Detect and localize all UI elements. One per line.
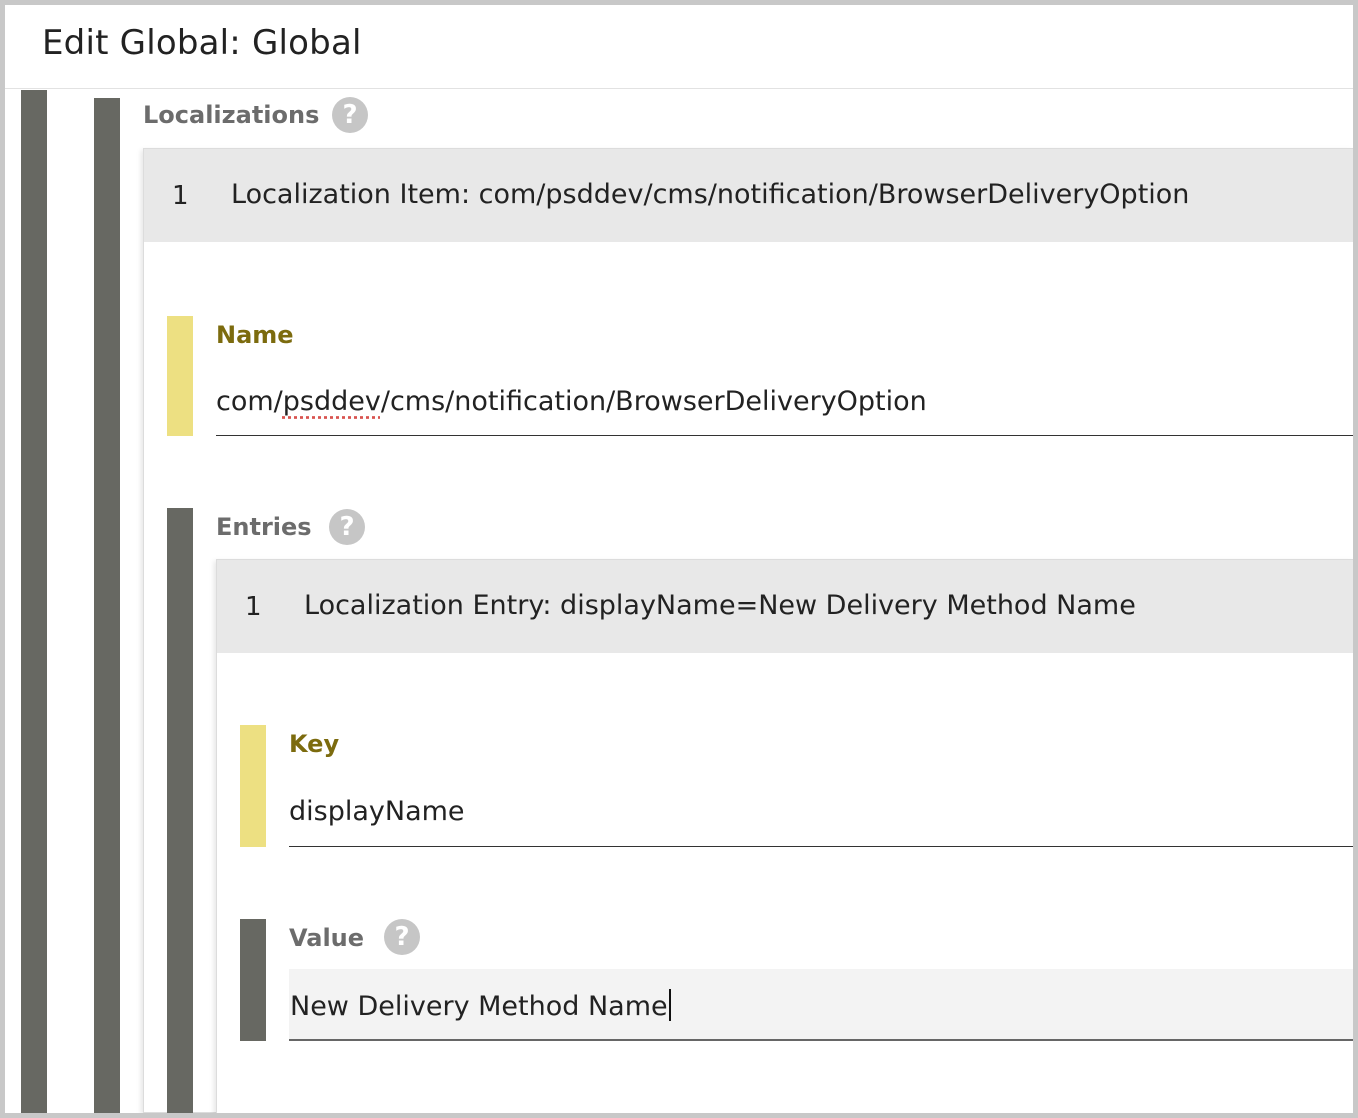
localization-entry-header[interactable]: 1 Localization Entry: displayName=New De… — [217, 560, 1353, 653]
key-required-bar — [240, 725, 266, 847]
localizations-help-icon[interactable]: ? — [332, 97, 368, 133]
localization-item-index: 1 — [172, 181, 189, 211]
edit-global-window: Edit Global: Global Localizations ? 1 Lo… — [5, 5, 1353, 1113]
entries-nesting-bar — [167, 508, 193, 1113]
entries-help-icon[interactable]: ? — [329, 509, 365, 545]
key-input-underline — [289, 846, 1353, 847]
value-label: Value — [289, 924, 365, 952]
name-input-underline — [216, 435, 1353, 436]
value-input-content: New Delivery Method Name — [290, 991, 668, 1022]
key-label: Key — [289, 730, 340, 758]
outer-nesting-bar — [21, 90, 47, 1113]
localizations-label: Localizations — [143, 101, 320, 129]
name-input[interactable]: com/psddev/cms/notification/BrowserDeliv… — [216, 386, 927, 417]
name-label: Name — [216, 321, 294, 349]
localizations-nesting-bar — [94, 98, 120, 1113]
localization-item-title: Localization Item: com/psddev/cms/notifi… — [231, 179, 1190, 210]
localization-item-header[interactable]: 1 Localization Item: com/psddev/cms/noti… — [144, 149, 1353, 242]
entries-label: Entries — [216, 513, 312, 541]
value-field-bar — [240, 919, 266, 1041]
localization-entry-panel: 1 Localization Entry: displayName=New De… — [216, 559, 1353, 1113]
value-input[interactable]: New Delivery Method Name — [289, 969, 1353, 1041]
name-value-suffix: /cms/notification/BrowserDeliveryOption — [380, 386, 927, 417]
page-header: Edit Global: Global — [5, 5, 1353, 89]
page-title: Edit Global: Global — [42, 23, 362, 63]
text-caret — [668, 989, 671, 1021]
value-input-text: New Delivery Method Name — [290, 989, 671, 1022]
localization-item-panel: 1 Localization Item: com/psddev/cms/noti… — [143, 148, 1353, 1113]
localization-entry-index: 1 — [245, 592, 262, 622]
name-value-flagged-word: psddev — [282, 386, 381, 417]
name-value-prefix: com/ — [216, 386, 283, 417]
value-help-icon[interactable]: ? — [384, 919, 420, 955]
localization-entry-title: Localization Entry: displayName=New Deli… — [304, 590, 1136, 621]
key-input[interactable]: displayName — [289, 796, 465, 827]
name-required-bar — [167, 316, 193, 436]
